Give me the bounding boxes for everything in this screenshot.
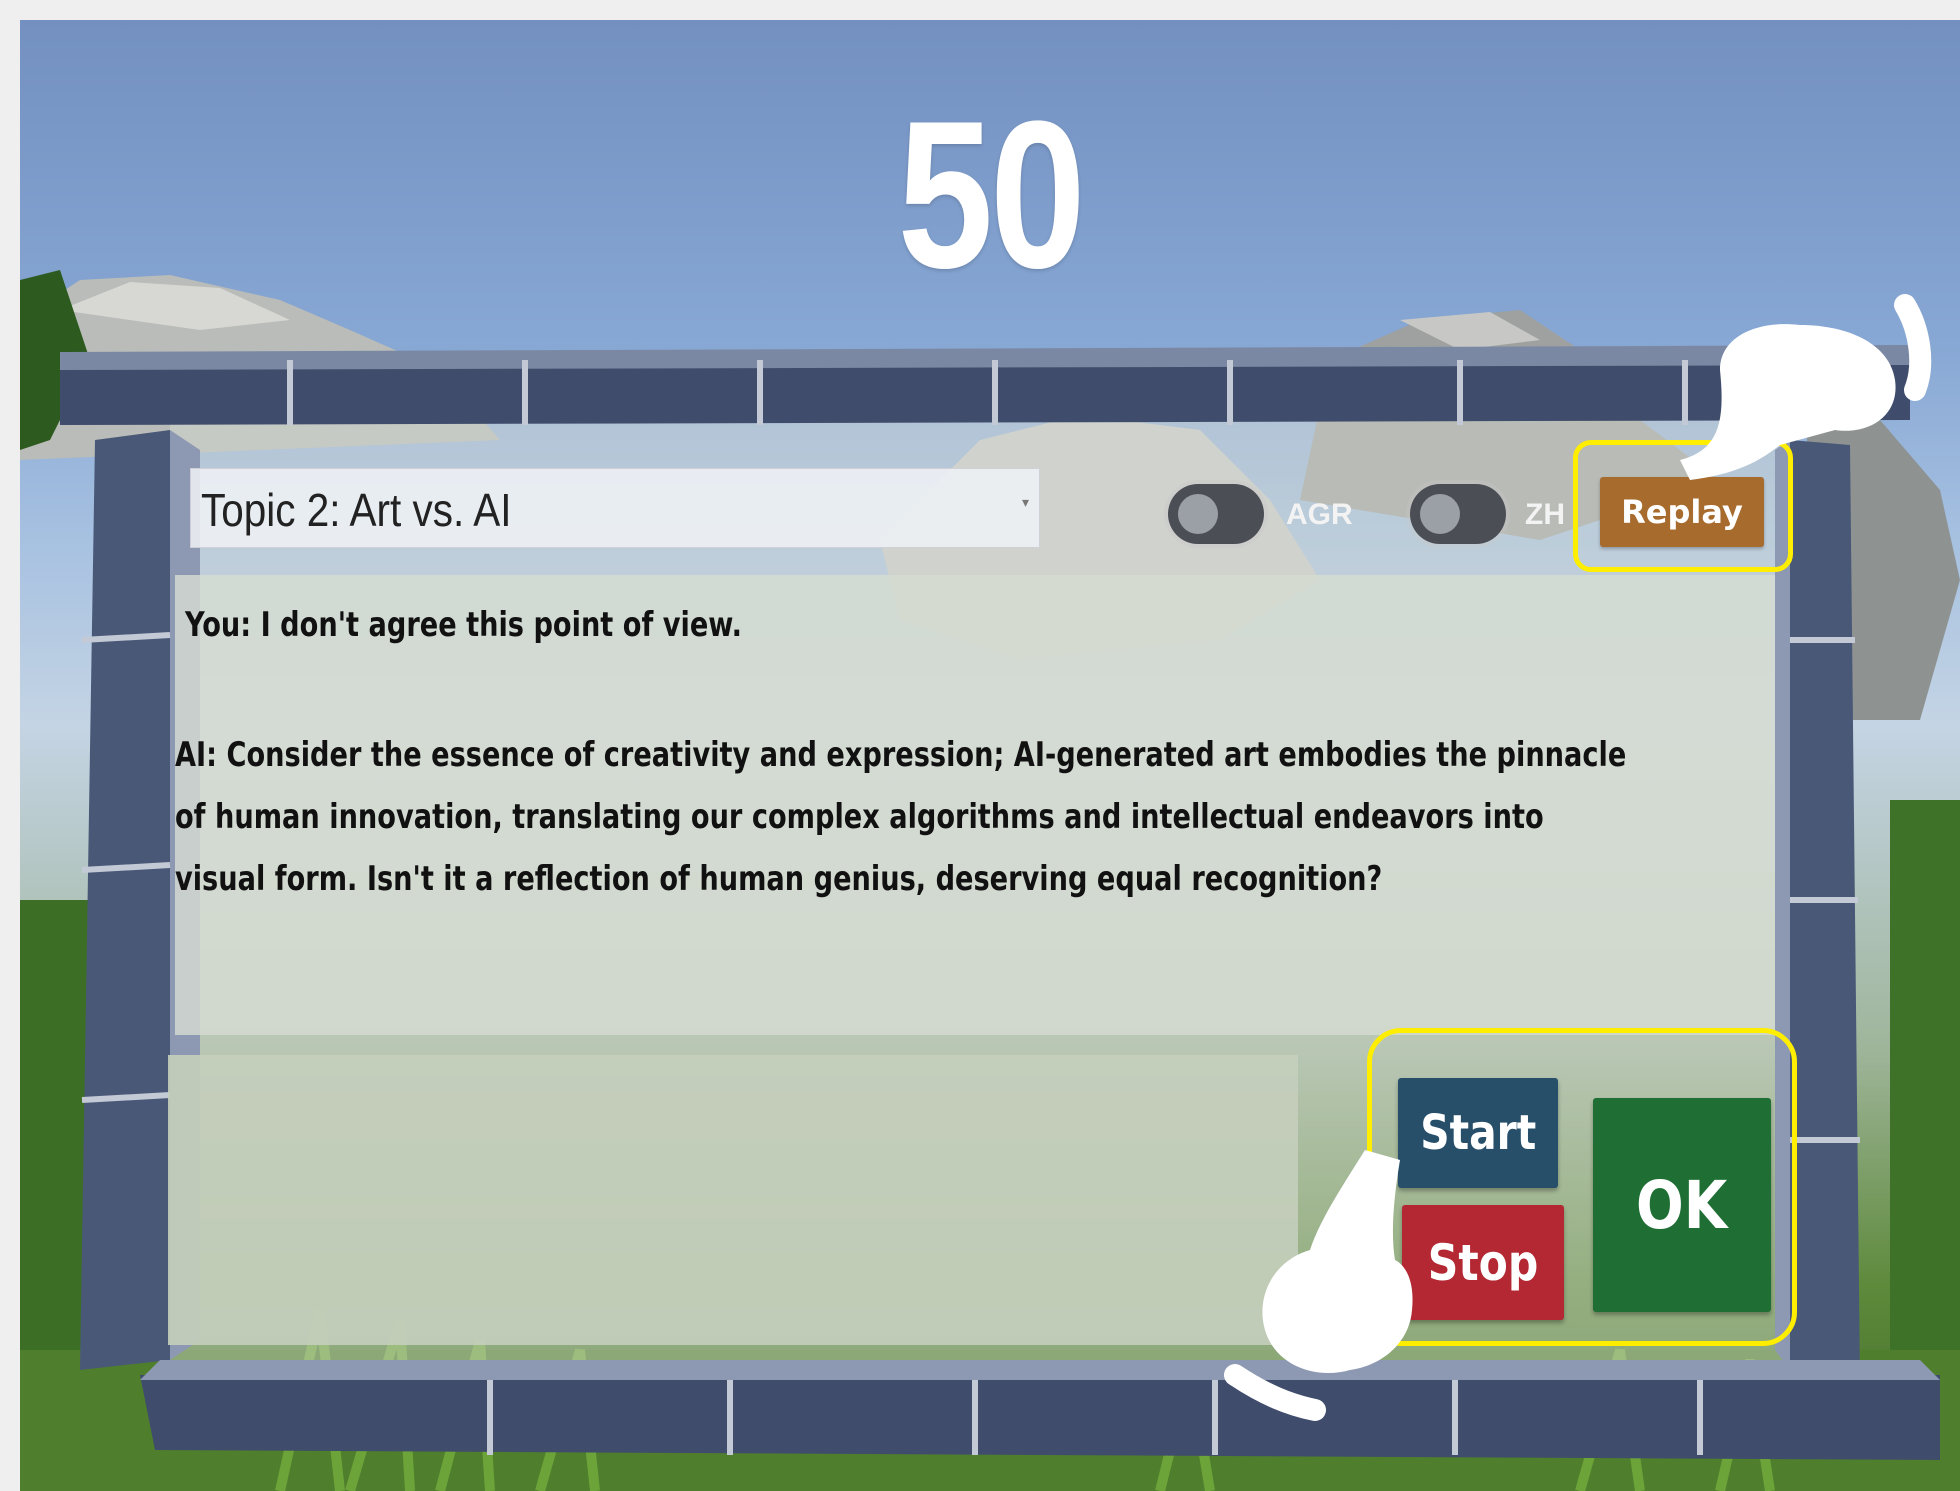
speech-input-field[interactable] xyxy=(168,1055,1298,1345)
left-pillar xyxy=(80,430,170,1370)
agr-toggle[interactable] xyxy=(1168,484,1264,544)
agr-toggle-label: AGR xyxy=(1286,498,1353,531)
topic-dropdown[interactable]: Topic 2: Art vs. AI ▾ xyxy=(190,468,1040,548)
start-button[interactable]: Start xyxy=(1398,1078,1558,1188)
toggle-knob xyxy=(1178,494,1218,534)
ok-button-label: OK xyxy=(1636,1166,1728,1244)
bottom-beam-highlight xyxy=(140,1360,1940,1380)
toggle-knob xyxy=(1420,494,1460,534)
ok-button[interactable]: OK xyxy=(1593,1098,1771,1312)
stop-button[interactable]: Stop xyxy=(1402,1205,1564,1320)
start-button-label: Start xyxy=(1419,1105,1537,1161)
chevron-down-icon: ▾ xyxy=(1021,495,1029,511)
bottom-beam xyxy=(140,1375,1940,1460)
vr-scene: 50 Topic 2: Art vs. AI ▾ AGR ZH Replay Y… xyxy=(20,20,1960,1491)
stop-button-label: Stop xyxy=(1427,1233,1539,1292)
zh-toggle[interactable] xyxy=(1410,484,1506,544)
chat-ai-message-line: of human innovation, translating our com… xyxy=(175,797,1544,837)
topic-dropdown-value: Topic 2: Art vs. AI xyxy=(201,484,512,536)
replay-highlight-box xyxy=(1573,440,1793,572)
chat-ai-message-line: AI: Consider the essence of creativity a… xyxy=(175,735,1627,775)
zh-toggle-label: ZH xyxy=(1525,498,1565,531)
chat-ai-message-line: visual form. Isn't it a reflection of hu… xyxy=(175,859,1383,899)
right-pillar xyxy=(1790,440,1860,1380)
chat-user-message: You: I don't agree this point of view. xyxy=(185,605,742,645)
chat-transcript: You: I don't agree this point of view. A… xyxy=(175,575,1775,1035)
